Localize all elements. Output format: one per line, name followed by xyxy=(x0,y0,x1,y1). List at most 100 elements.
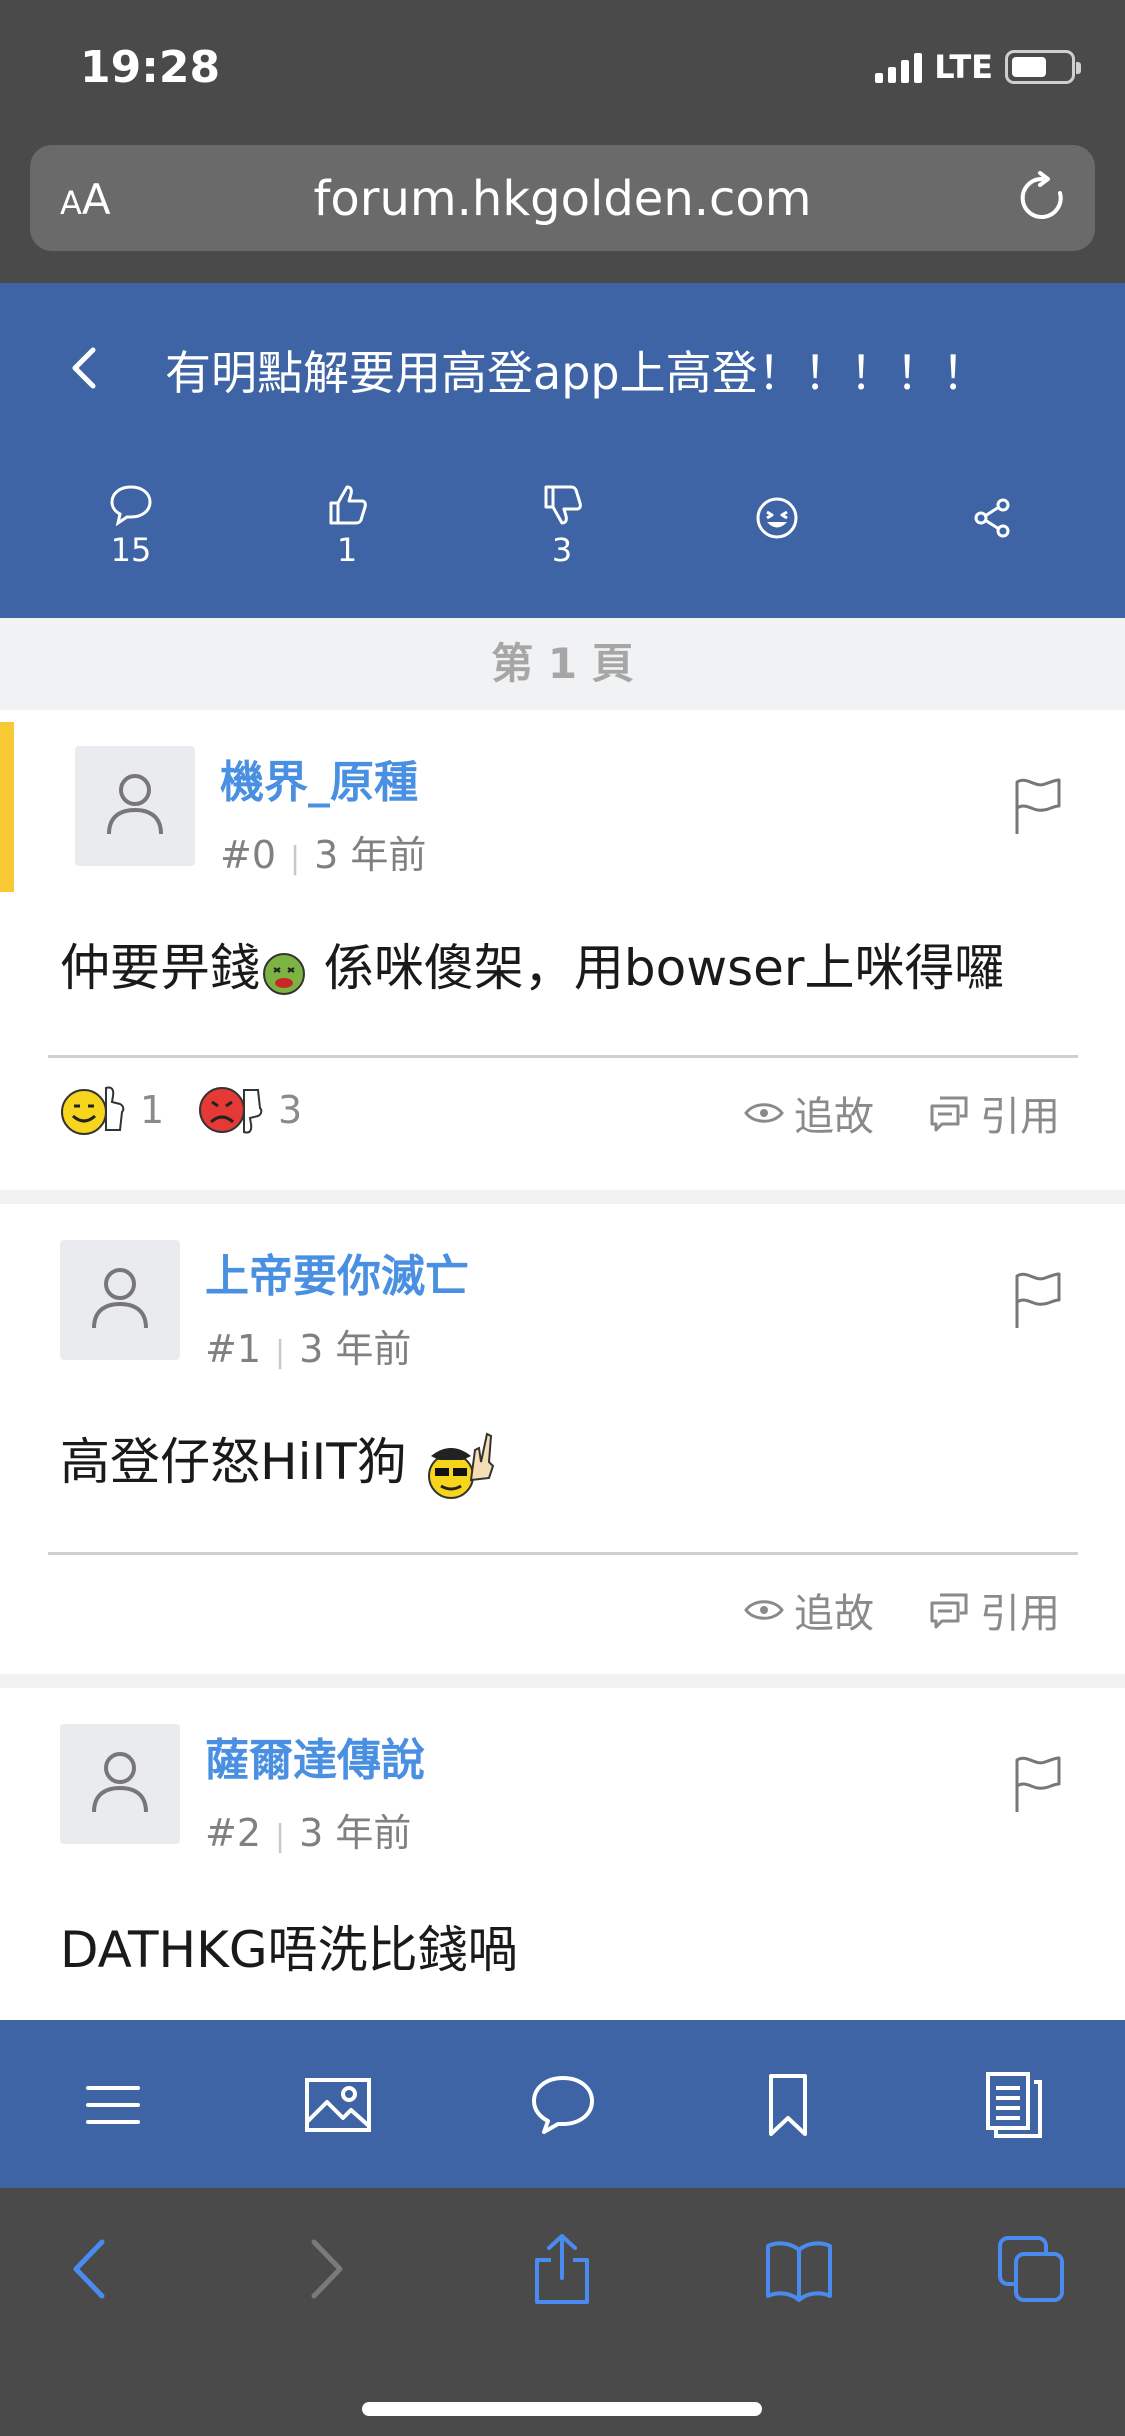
post-time: 3 年前 xyxy=(299,1327,412,1371)
quote-bubble-icon xyxy=(930,1593,968,1629)
post-floor: #0 xyxy=(220,833,277,877)
sad-thumbs-down-emoji-icon xyxy=(199,1087,263,1134)
laughing-face-icon xyxy=(756,497,798,539)
user-icon xyxy=(107,774,163,835)
like-thread-button[interactable]: 1 xyxy=(277,483,417,569)
menu-icon[interactable] xyxy=(78,2070,148,2140)
browser-top-chrome: 19:28 LTE AA forum.hkgolden.com xyxy=(0,0,1125,283)
post-time: 3 年前 xyxy=(299,1811,412,1855)
post-username[interactable]: 上帝要你滅亡 xyxy=(205,1240,469,1304)
post-divider xyxy=(48,1552,1078,1555)
status-bar: 19:28 LTE xyxy=(0,0,1125,140)
app-bottom-toolbar xyxy=(0,2020,1125,2188)
happy-thumbs-up-emoji-icon xyxy=(61,1086,125,1135)
post-like-count: 1 xyxy=(140,1088,165,1132)
page-list-icon[interactable] xyxy=(978,2070,1048,2140)
post-dislike-count: 3 xyxy=(278,1088,303,1132)
share-sheet-icon[interactable] xyxy=(527,2234,597,2304)
post-floor: #2 xyxy=(205,1811,262,1855)
avatar[interactable] xyxy=(75,746,195,866)
post-body: 高登仔怒HiIT狗 xyxy=(60,1422,503,1506)
post-item: 薩爾達傳說 #2 | 3 年前 DATHKG唔洗比錢喎 xyxy=(0,1688,1125,2020)
address-bar[interactable]: AA forum.hkgolden.com xyxy=(30,145,1095,251)
eye-icon xyxy=(744,1600,784,1620)
post-username[interactable]: 薩爾達傳說 xyxy=(205,1724,425,1788)
meta-separator: | xyxy=(290,841,301,876)
post-body: DATHKG唔洗比錢喎 xyxy=(60,1921,518,1979)
quote-label: 引用 xyxy=(980,1591,1060,1637)
reply-count: 15 xyxy=(110,531,152,569)
like-count: 1 xyxy=(336,531,358,569)
signal-icon xyxy=(875,51,923,83)
follow-button[interactable]: 追故 xyxy=(744,1084,874,1142)
report-flag-icon[interactable] xyxy=(1009,1270,1065,1330)
url-text[interactable]: forum.hkgolden.com xyxy=(30,171,1095,227)
share-icon xyxy=(974,498,1010,538)
bookmarks-book-icon[interactable] xyxy=(764,2234,834,2304)
user-icon xyxy=(92,1752,148,1813)
emoji-button[interactable] xyxy=(707,495,847,541)
tabs-icon[interactable] xyxy=(996,2234,1066,2304)
reload-icon[interactable] xyxy=(1013,169,1071,227)
network-label: LTE xyxy=(934,48,993,86)
browser-forward-icon[interactable] xyxy=(290,2234,360,2304)
reply-bubble-icon[interactable] xyxy=(528,2070,598,2140)
back-chevron-icon[interactable] xyxy=(55,338,115,398)
sick-face-emoji-icon xyxy=(263,952,305,995)
meta-separator: | xyxy=(275,1819,286,1854)
battery-icon xyxy=(1005,50,1081,84)
post-body-text-2: 係咪傻架，用bowser上咪得囉 xyxy=(308,939,1005,997)
post-item: 機界_原種 #0 | 3 年前 仲要畀錢 係咪傻架，用bowser上咪得囉 1 3 … xyxy=(0,710,1125,1190)
post-separator xyxy=(0,1674,1125,1688)
thread-title: 有明點解要用高登app上高登！！！！！ xyxy=(165,346,988,400)
post-username[interactable]: 機界_原種 xyxy=(220,746,418,810)
quote-button[interactable]: 引用 xyxy=(928,1581,1060,1639)
reply-count-button[interactable]: 15 xyxy=(61,483,201,569)
post-floor: #1 xyxy=(205,1327,262,1371)
post-time: 3 年前 xyxy=(314,833,427,877)
follow-label: 追故 xyxy=(794,1094,874,1140)
browser-back-icon[interactable] xyxy=(56,2234,126,2304)
post-body-text: 高登仔怒HiIT狗 xyxy=(60,1433,423,1491)
post-footer: 追故 引用 xyxy=(0,1559,1125,1649)
post-footer: 1 3 追故 引用 xyxy=(0,1062,1125,1152)
thread-actions: 15 1 3 xyxy=(0,483,1125,593)
post-divider xyxy=(48,1055,1078,1058)
thread-header: 有明點解要用高登app上高登！！！！！ 15 1 3 xyxy=(0,283,1125,618)
post-meta: #2 | 3 年前 xyxy=(205,1802,411,1857)
quote-button[interactable]: 引用 xyxy=(928,1084,1060,1142)
image-icon[interactable] xyxy=(303,2070,373,2140)
thumbs-up-icon xyxy=(329,485,367,525)
avatar[interactable] xyxy=(60,1724,180,1844)
post-item: 上帝要你滅亡 #1 | 3 年前 高登仔怒HiIT狗 追故 引用 xyxy=(0,1204,1125,1674)
post-body-text: 仲要畀錢 xyxy=(60,939,260,997)
post-dislike-button[interactable]: 3 xyxy=(198,1082,302,1138)
thumbs-down-icon xyxy=(544,485,582,525)
report-flag-icon[interactable] xyxy=(1009,776,1065,836)
home-indicator xyxy=(362,2402,762,2416)
quote-label: 引用 xyxy=(980,1094,1060,1140)
browser-bottom-toolbar xyxy=(0,2188,1125,2436)
follow-label: 追故 xyxy=(794,1591,874,1637)
quote-bubble-icon xyxy=(930,1096,968,1132)
page-indicator: 第 1 頁 xyxy=(0,618,1125,710)
dislike-count: 3 xyxy=(551,531,573,569)
bookmark-icon[interactable] xyxy=(753,2070,823,2140)
post-meta: #0 | 3 年前 xyxy=(220,824,426,879)
meta-separator: | xyxy=(275,1335,286,1370)
dislike-thread-button[interactable]: 3 xyxy=(492,483,632,569)
user-icon xyxy=(92,1268,148,1329)
report-flag-icon[interactable] xyxy=(1009,1754,1065,1814)
share-button[interactable] xyxy=(922,495,1062,541)
comment-icon xyxy=(110,485,152,527)
post-meta: #1 | 3 年前 xyxy=(205,1318,411,1373)
post-like-button[interactable]: 1 xyxy=(60,1082,164,1138)
post-separator xyxy=(0,1190,1125,1204)
follow-button[interactable]: 追故 xyxy=(744,1581,874,1639)
avatar[interactable] xyxy=(60,1240,180,1360)
sunglasses-rock-emoji-icon xyxy=(427,1432,494,1499)
op-highlight-bar xyxy=(0,722,14,892)
status-time: 19:28 xyxy=(80,42,221,93)
eye-icon xyxy=(744,1103,784,1123)
status-indicators: LTE xyxy=(875,48,1081,86)
